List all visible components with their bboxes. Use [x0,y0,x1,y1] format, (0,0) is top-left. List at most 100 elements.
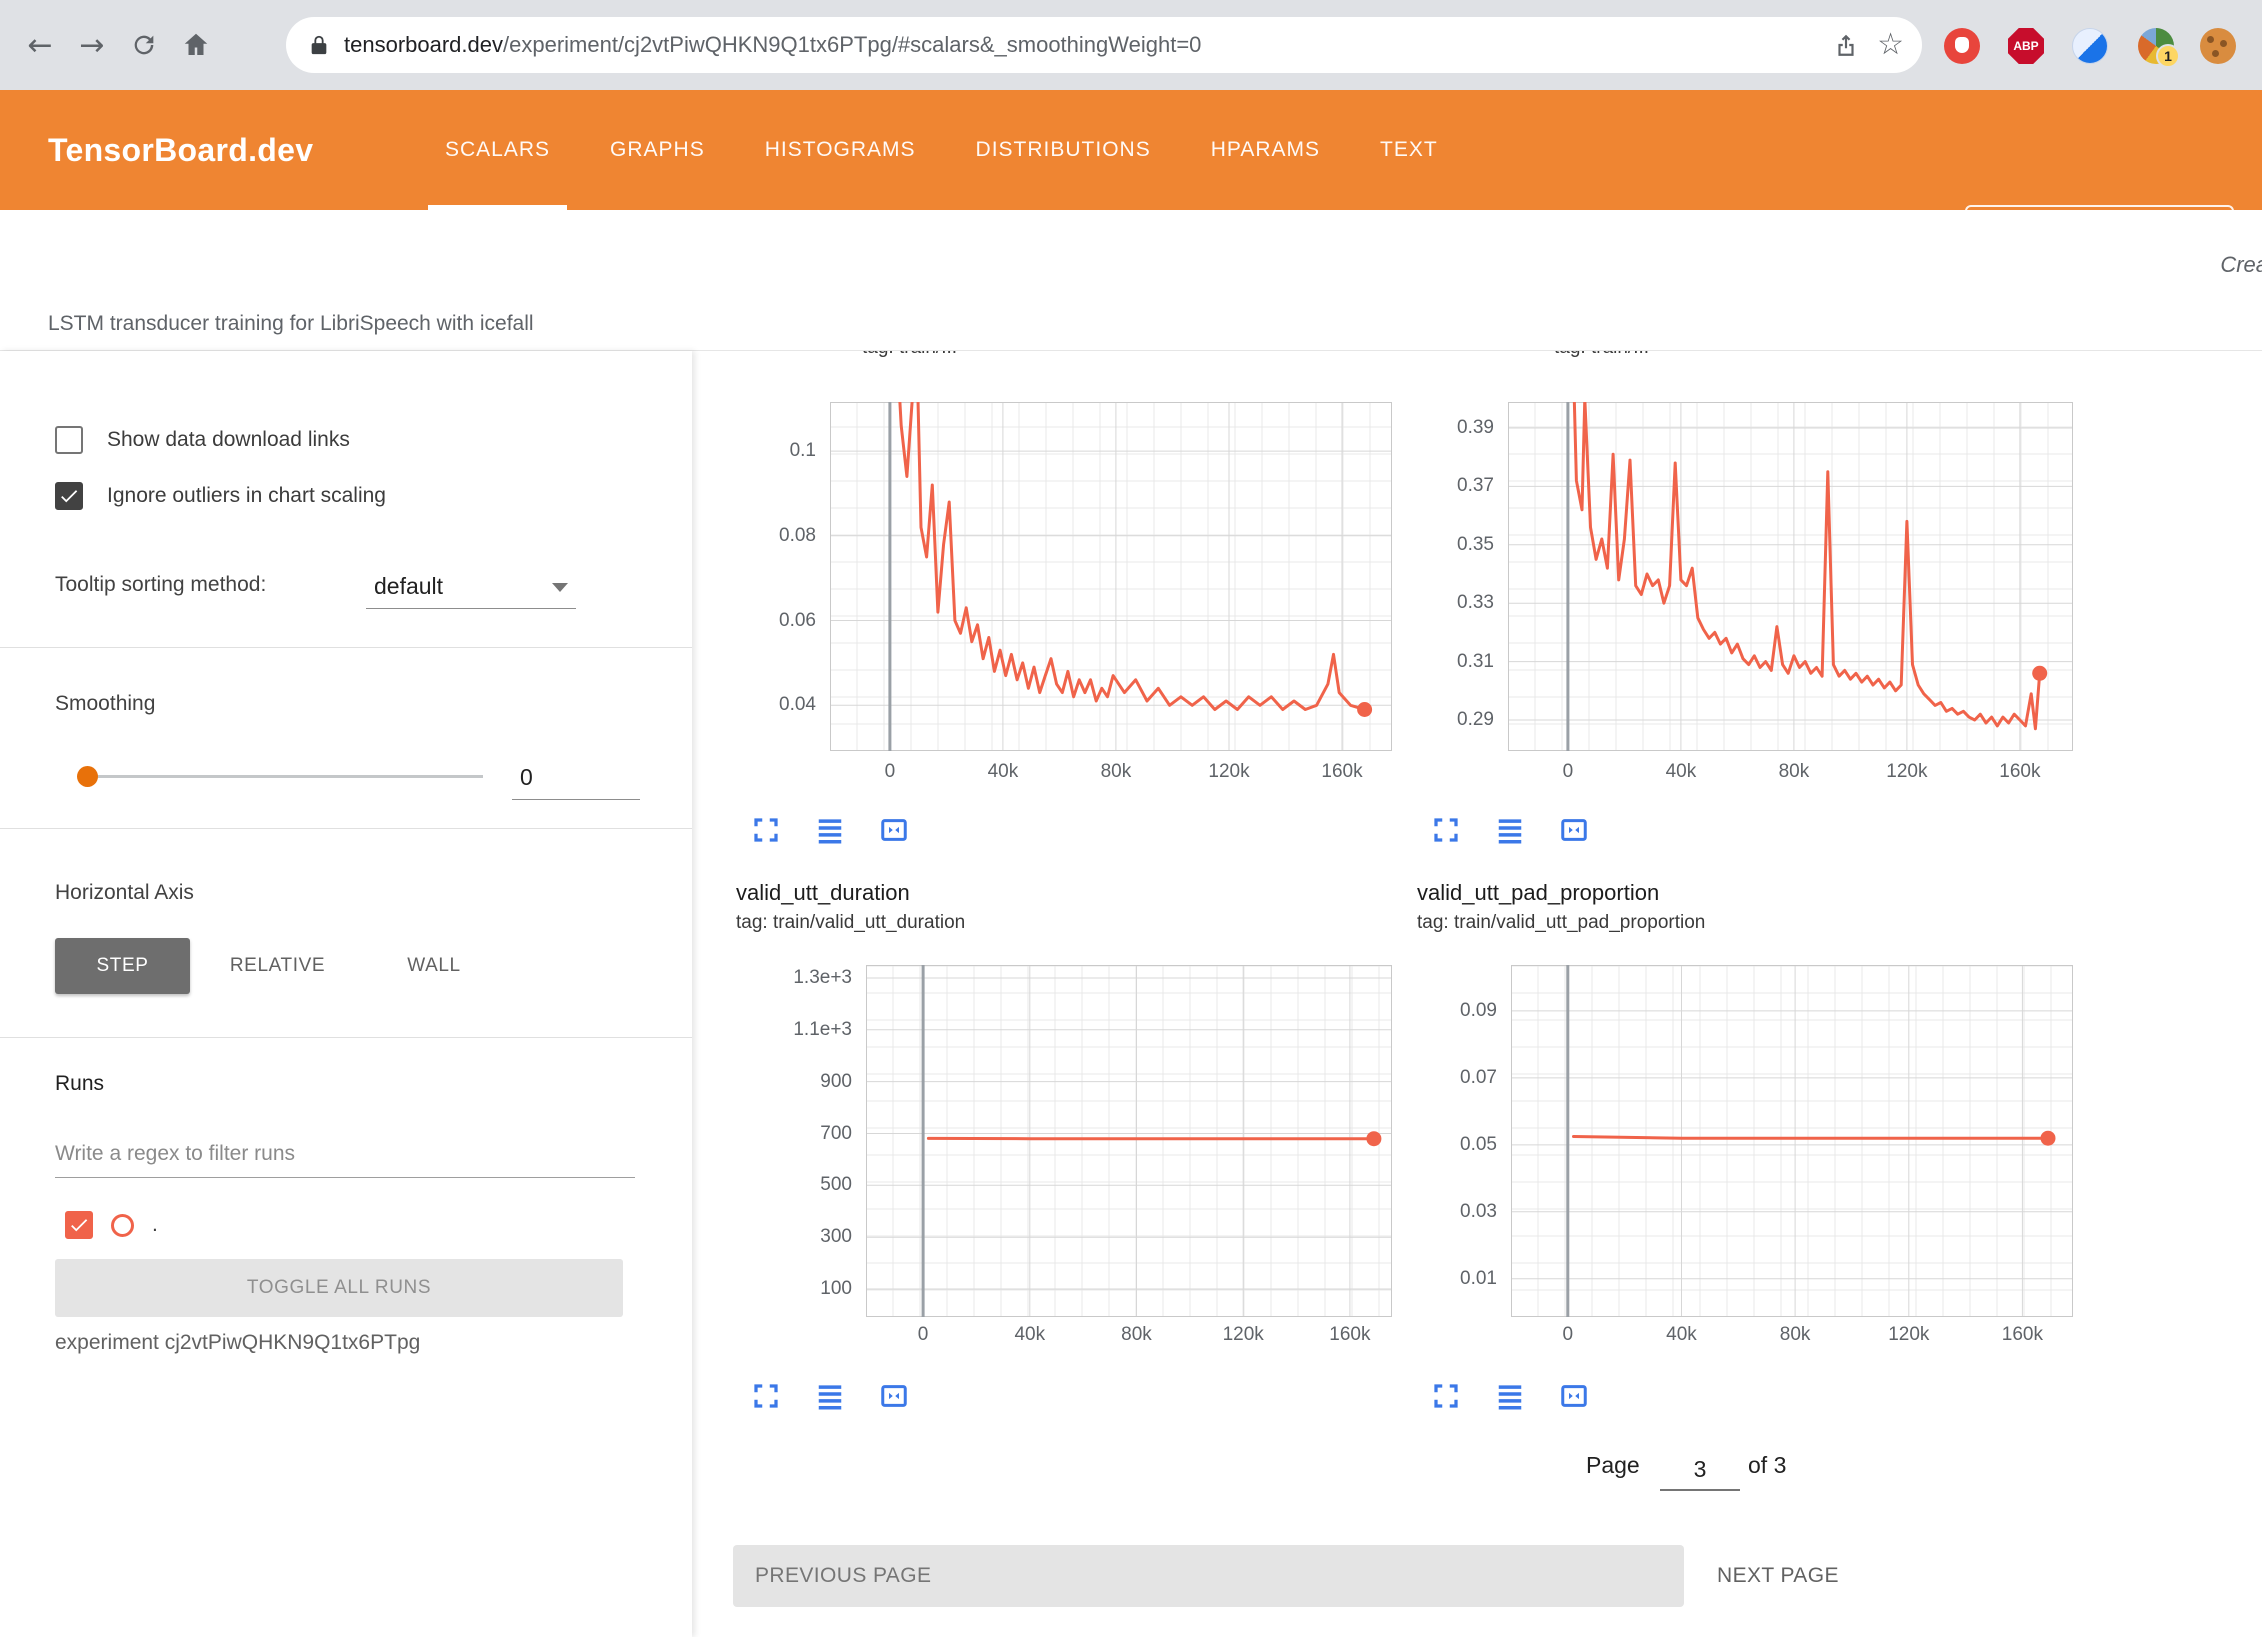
bookmark-star-icon[interactable]: ☆ [1877,30,1904,60]
share-icon[interactable] [1833,32,1859,58]
data-table-icon[interactable] [1495,1381,1525,1411]
x-tick-label: 80k [1081,761,1151,783]
scalar-chart-2[interactable] [1508,402,2073,751]
url-text: tensorboard.dev/experiment/cj2vtPiwQHKN9… [344,32,1815,58]
x-tick-label: 0 [1533,761,1603,783]
tab-graphs[interactable]: GRAPHS [593,90,722,210]
axis-step-button[interactable]: STEP [55,938,190,994]
smoothing-value-input[interactable] [512,755,640,800]
home-icon [181,30,211,60]
run-row[interactable]: . [55,1211,158,1239]
y-axis-labels: 0.10.080.060.04 [756,402,822,751]
divider [0,828,692,829]
scalar-chart-1[interactable] [830,402,1392,751]
profile-badge: 1 [2156,44,2180,68]
app-logo: TensorBoard.dev [48,90,313,210]
smoothing-slider-thumb[interactable] [77,766,98,787]
valid-utt-pad-proportion-chart[interactable] [1511,965,2073,1317]
x-tick-label: 160k [1307,761,1377,783]
x-tick-label: 40k [995,1324,1065,1346]
valid-utt-duration-chart[interactable] [866,965,1392,1317]
chart-toolbar [751,1381,909,1411]
fullscreen-icon[interactable] [1431,1381,1461,1411]
fit-domain-icon[interactable] [1559,815,1589,845]
fit-domain-icon[interactable] [879,815,909,845]
home-button[interactable] [170,23,222,68]
x-tick-label: 80k [1759,761,1829,783]
reload-button[interactable] [118,23,170,67]
divider [0,647,692,648]
back-button[interactable]: ← [14,28,66,63]
y-tick-label: 0.04 [779,694,816,716]
forward-button[interactable]: → [66,28,118,63]
runs-filter-input[interactable] [55,1131,635,1178]
smoothing-slider-track[interactable] [79,775,483,778]
x-tick-label: 0 [888,1324,958,1346]
y-tick-label: 900 [820,1071,852,1093]
toggle-all-runs-button[interactable]: TOGGLE ALL RUNS [55,1259,623,1317]
next-page-button[interactable]: NEXT PAGE [1717,1545,1839,1607]
adblock-extension-icon[interactable] [1944,28,1980,64]
y-tick-label: 0.03 [1460,1201,1497,1223]
y-tick-label: 0.31 [1457,651,1494,673]
sub-header: Crea LSTM transducer training for LibriS… [0,210,2262,350]
x-axis-labels: 040k80k120k160k [866,1320,1392,1346]
abp-badge-text: ABP [2013,39,2038,53]
chevron-down-icon [552,583,568,592]
tab-distributions[interactable]: DISTRIBUTIONS [959,90,1168,210]
url-domain: tensorboard.dev [344,32,503,57]
data-table-icon[interactable] [815,1381,845,1411]
page-number-input[interactable] [1660,1449,1740,1491]
y-tick-label: 700 [820,1123,852,1145]
data-table-icon[interactable] [815,815,845,845]
x-axis-labels: 040k80k120k160k [830,757,1392,783]
tab-histograms[interactable]: HISTOGRAMS [748,90,933,210]
fullscreen-icon[interactable] [1431,815,1461,845]
x-tick-label: 40k [1647,1324,1717,1346]
show-download-links-checkbox[interactable] [55,426,83,454]
data-table-icon[interactable] [1495,815,1525,845]
browser-toolbar: ← → tensorboard.dev/experiment/cj2vtPiwQ… [0,0,2262,90]
x-tick-label: 160k [1985,761,2055,783]
y-tick-label: 0.01 [1460,1268,1497,1290]
tab-scalars[interactable]: SCALARS [428,90,567,210]
axis-relative-button[interactable]: RELATIVE [200,938,355,994]
charts-panel: tag: train/... tag: train/... 0.10.080.0… [692,351,2262,1637]
profile-avatar[interactable]: 1 [2138,28,2174,64]
axis-wall-button[interactable]: WALL [378,938,490,994]
fit-domain-icon[interactable] [1559,1381,1589,1411]
extension-icon[interactable] [2072,28,2108,64]
y-tick-label: 0.09 [1460,1000,1497,1022]
chart-toolbar [1431,1381,1589,1411]
smoothing-label: Smoothing [55,692,155,716]
y-tick-label: 0.05 [1460,1134,1497,1156]
clipped-right-text: Crea [2220,252,2262,278]
y-tick-label: 500 [820,1174,852,1196]
app-header: TensorBoard.dev SCALARS GRAPHS HISTOGRAM… [0,90,2262,210]
fullscreen-icon[interactable] [751,1381,781,1411]
fullscreen-icon[interactable] [751,815,781,845]
page-label: Page [1586,1452,1640,1479]
y-axis-labels: 0.090.070.050.030.01 [1437,965,1503,1317]
y-tick-label: 100 [820,1278,852,1300]
settings-sidebar: Show data download links Ignore outliers… [0,351,692,1637]
cookie-extension-icon[interactable] [2200,28,2236,64]
tooltip-sorting-dropdown[interactable]: default [366,565,576,609]
tab-hparams[interactable]: HPARAMS [1194,90,1337,210]
ignore-outliers-checkbox[interactable] [55,482,83,510]
run-checkbox[interactable] [65,1211,93,1239]
y-tick-label: 1.3e+3 [793,967,852,989]
experiment-id-label: experiment cj2vtPiwQHKN9Q1tx6PTpg [55,1331,420,1355]
x-tick-label: 40k [968,761,1038,783]
address-bar[interactable]: tensorboard.dev/experiment/cj2vtPiwQHKN9… [286,17,1922,73]
y-tick-label: 0.29 [1457,709,1494,731]
tab-text[interactable]: TEXT [1363,90,1455,210]
x-tick-label: 40k [1646,761,1716,783]
abp-extension-icon[interactable]: ABP [2008,28,2044,64]
check-icon [58,485,80,507]
previous-page-button[interactable]: PREVIOUS PAGE [733,1545,1684,1607]
tooltip-sorting-value: default [374,573,443,600]
x-axis-labels: 040k80k120k160k [1508,757,2073,783]
fit-domain-icon[interactable] [879,1381,909,1411]
runs-label: Runs [55,1072,104,1096]
